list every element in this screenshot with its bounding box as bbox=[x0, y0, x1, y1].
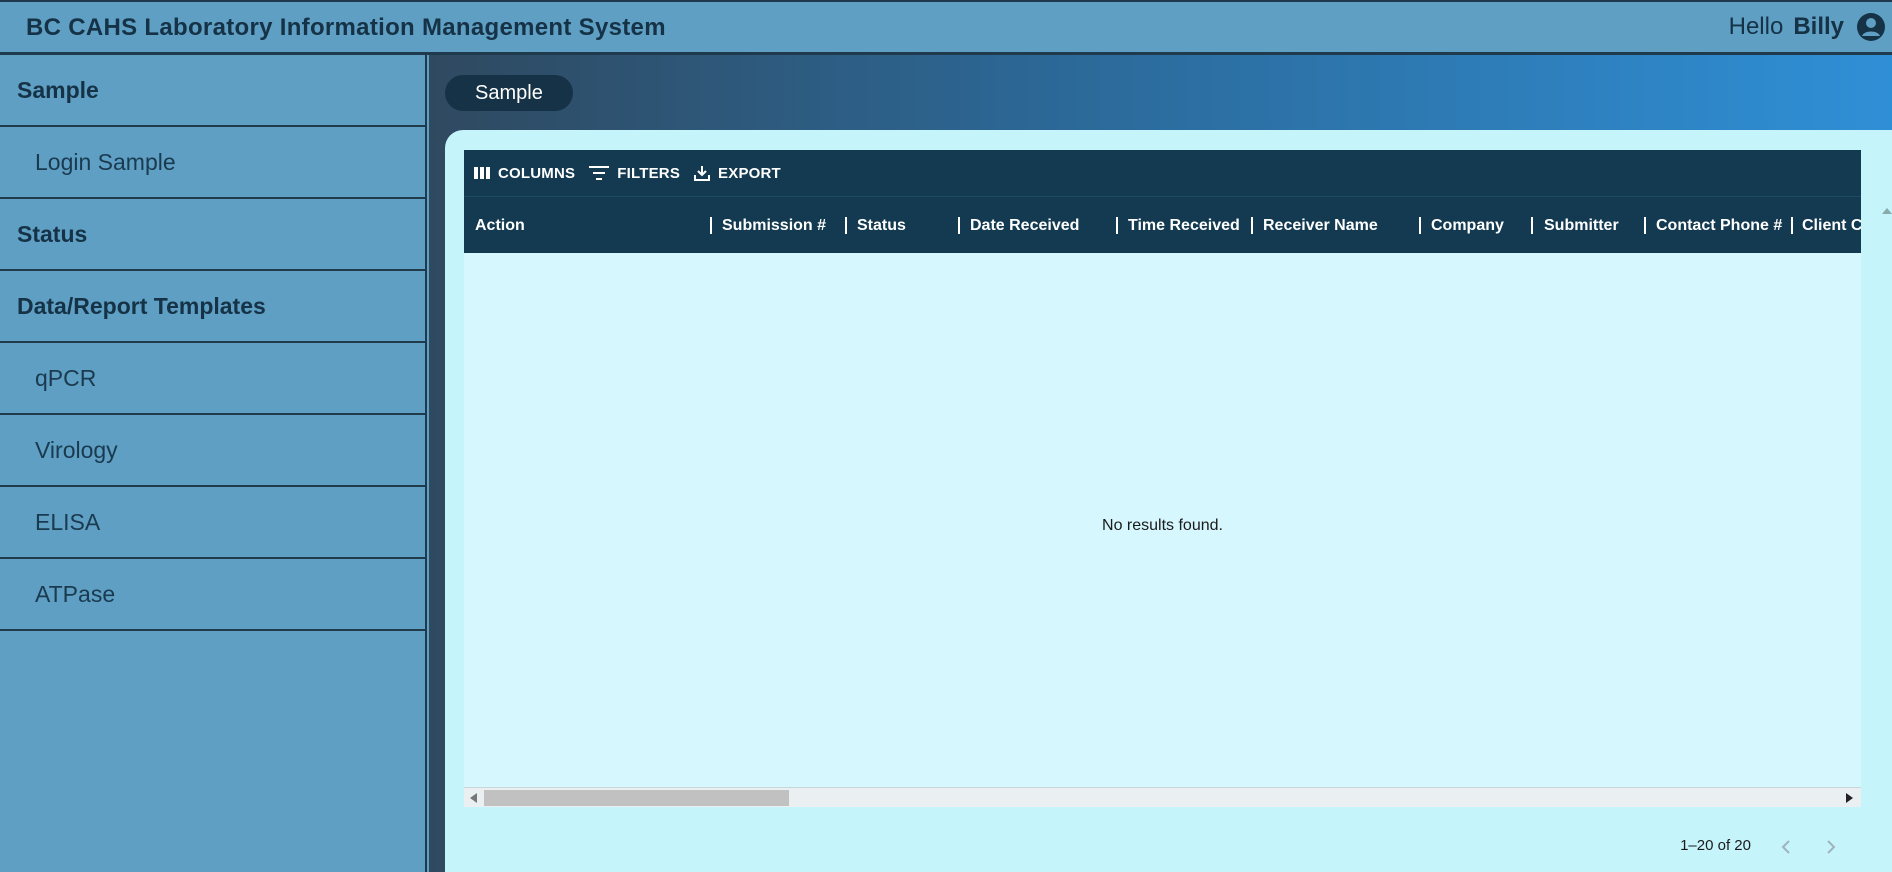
column-header-time-received[interactable]: Time Received bbox=[1128, 197, 1253, 254]
column-header-client[interactable]: Client Ca bbox=[1802, 197, 1861, 254]
column-separator[interactable] bbox=[1419, 217, 1421, 234]
sidebar-item-label: Sample bbox=[17, 76, 99, 103]
sidebar: Sample Login Sample Status Data/Report T… bbox=[0, 55, 427, 872]
column-header-status[interactable]: Status bbox=[857, 197, 957, 254]
column-header-submission[interactable]: Submission # bbox=[722, 197, 842, 254]
grid-toolbar: COLUMNS FILTERS EXPORT bbox=[464, 150, 1861, 196]
columns-icon bbox=[474, 167, 490, 179]
sidebar-item-virology[interactable]: Virology bbox=[0, 415, 425, 487]
column-header-submitter[interactable]: Submitter bbox=[1544, 197, 1644, 254]
columns-button[interactable]: COLUMNS bbox=[474, 165, 575, 182]
content-panel: COLUMNS FILTERS EXPORT Action Submission… bbox=[445, 130, 1892, 872]
sidebar-item-atpase[interactable]: ATPase bbox=[0, 559, 425, 631]
column-separator[interactable] bbox=[1531, 217, 1533, 234]
sidebar-item-qpcr[interactable]: qPCR bbox=[0, 343, 425, 415]
empty-message: No results found. bbox=[1102, 516, 1223, 534]
column-separator[interactable] bbox=[1251, 217, 1253, 234]
horizontal-scrollbar[interactable] bbox=[464, 787, 1861, 807]
next-page-button[interactable] bbox=[1816, 832, 1846, 862]
chevron-right-icon bbox=[1827, 840, 1836, 854]
grid-footer: 1–20 of 20 bbox=[464, 807, 1861, 872]
sidebar-item-label: ELISA bbox=[35, 508, 101, 535]
column-header-receiver-name[interactable]: Receiver Name bbox=[1263, 197, 1423, 254]
greeting-text: Hello bbox=[1728, 13, 1784, 40]
sidebar-item-label: ATPase bbox=[35, 580, 116, 607]
column-separator[interactable] bbox=[1644, 217, 1646, 234]
column-header-action[interactable]: Action bbox=[475, 197, 710, 254]
account-icon[interactable] bbox=[1856, 12, 1886, 42]
sidebar-item-label: Login Sample bbox=[35, 148, 176, 175]
sidebar-item-label: qPCR bbox=[35, 364, 97, 391]
data-grid: COLUMNS FILTERS EXPORT Action Submission… bbox=[464, 150, 1861, 872]
column-header-row: Action Submission # Status Date Received… bbox=[464, 196, 1861, 253]
main-content: Sample COLUMNS FILTERS EXPORT Action Sub… bbox=[429, 55, 1892, 872]
sidebar-item-label: Data/Report Templates bbox=[17, 292, 266, 319]
sidebar-item-status[interactable]: Status bbox=[0, 199, 425, 271]
sidebar-item-sample[interactable]: Sample bbox=[0, 55, 425, 127]
column-header-date-received[interactable]: Date Received bbox=[970, 197, 1120, 254]
export-button[interactable]: EXPORT bbox=[694, 165, 781, 182]
breadcrumb[interactable]: Sample bbox=[445, 75, 573, 111]
filter-icon bbox=[589, 166, 610, 180]
sidebar-item-label: Virology bbox=[35, 436, 118, 463]
column-separator[interactable] bbox=[845, 217, 847, 234]
filters-label: FILTERS bbox=[617, 164, 681, 182]
column-header-company[interactable]: Company bbox=[1431, 197, 1531, 254]
column-separator[interactable] bbox=[958, 217, 960, 234]
filters-button[interactable]: FILTERS bbox=[589, 165, 680, 182]
column-separator[interactable] bbox=[1116, 217, 1118, 234]
app-header: BC CAHS Laboratory Information Managemen… bbox=[0, 0, 1892, 55]
scroll-left-icon[interactable] bbox=[470, 793, 477, 803]
download-icon bbox=[694, 166, 711, 181]
export-label: EXPORT bbox=[718, 164, 781, 182]
scrollbar-thumb[interactable] bbox=[484, 790, 789, 806]
user-area[interactable]: Hello Billy bbox=[1729, 12, 1886, 42]
username: Billy bbox=[1793, 13, 1844, 40]
previous-page-button[interactable] bbox=[1771, 832, 1801, 862]
column-header-contact-phone[interactable]: Contact Phone # bbox=[1656, 197, 1796, 254]
columns-label: COLUMNS bbox=[498, 164, 576, 182]
column-separator[interactable] bbox=[710, 217, 712, 234]
sidebar-item-label: Status bbox=[17, 220, 88, 247]
column-separator[interactable] bbox=[1791, 217, 1793, 234]
pagination-range: 1–20 of 20 bbox=[1680, 837, 1751, 854]
sidebar-item-login-sample[interactable]: Login Sample bbox=[0, 127, 425, 199]
scroll-up-icon[interactable] bbox=[1882, 208, 1892, 214]
sidebar-item-elisa[interactable]: ELISA bbox=[0, 487, 425, 559]
app-title: BC CAHS Laboratory Information Managemen… bbox=[26, 14, 666, 41]
scroll-right-icon[interactable] bbox=[1846, 793, 1853, 803]
chevron-left-icon bbox=[1781, 840, 1790, 854]
sidebar-item-data-report-templates[interactable]: Data/Report Templates bbox=[0, 271, 425, 343]
